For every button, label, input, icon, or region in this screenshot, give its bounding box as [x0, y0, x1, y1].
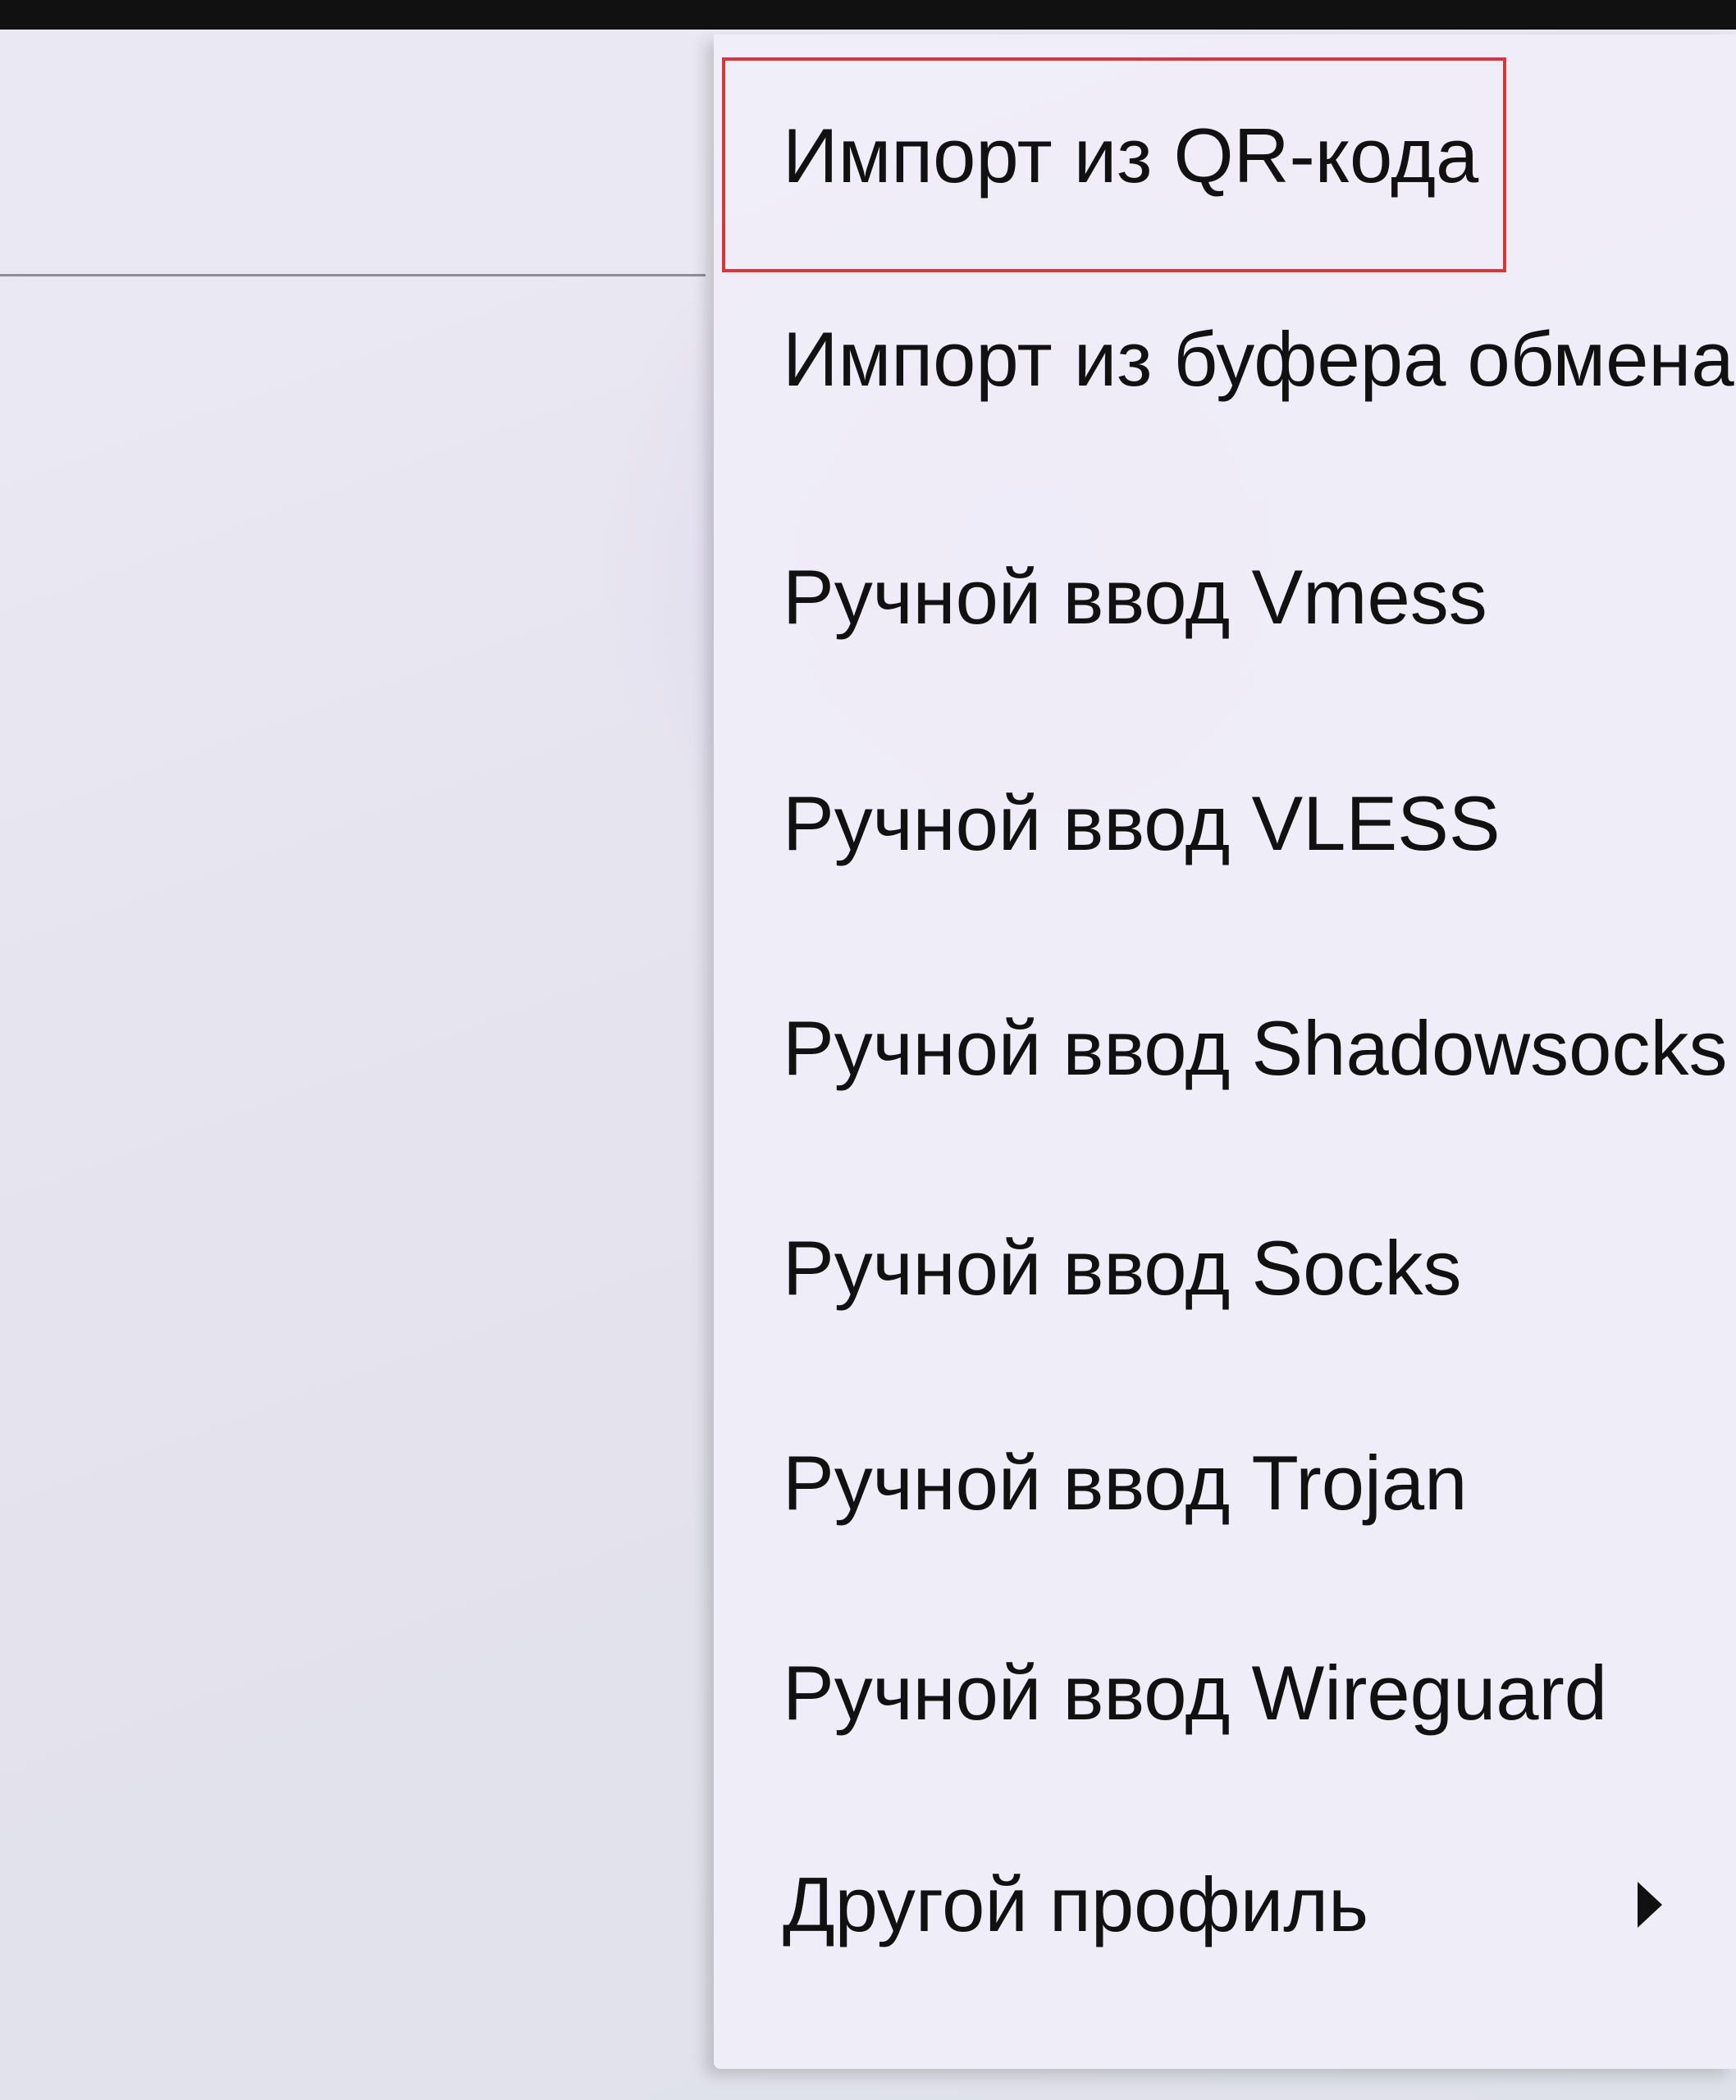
menu-item-label: Ручной ввод Shadowsocks	[783, 1005, 1728, 1091]
menu-item-label: Ручной ввод Trojan	[783, 1440, 1468, 1526]
menu-item-manual-trojan[interactable]: Ручной ввод Trojan	[783, 1401, 1736, 1565]
menu-item-manual-socks[interactable]: Ручной ввод Socks	[783, 1186, 1736, 1350]
menu-item-label: Другой профиль	[783, 1861, 1369, 1947]
menu-item-label: Ручной ввод Socks	[783, 1225, 1462, 1311]
menu-item-label: Ручной ввод Wireguard	[783, 1650, 1608, 1736]
menu-item-manual-wireguard[interactable]: Ручной ввод Wireguard	[783, 1611, 1736, 1775]
overflow-menu: Импорт из QR-кода Импорт из буфера обмен…	[714, 34, 1736, 2069]
menu-item-manual-vless[interactable]: Ручной ввод VLESS	[783, 742, 1736, 906]
menu-item-label: Ручной ввод Vmess	[783, 554, 1487, 640]
menu-item-manual-vmess[interactable]: Ручной ввод Vmess	[783, 515, 1736, 679]
toolbar-area	[0, 30, 706, 276]
menu-item-label: Импорт из буфера обмена	[783, 316, 1734, 402]
menu-item-import-qr[interactable]: Импорт из QR-кода	[783, 71, 1736, 241]
menu-item-manual-shadowsocks[interactable]: Ручной ввод Shadowsocks	[783, 966, 1736, 1130]
menu-item-label: Импорт из QR-кода	[783, 112, 1479, 199]
status-bar	[0, 0, 1736, 30]
menu-item-import-clipboard[interactable]: Импорт из буфера обмена	[783, 277, 1736, 441]
menu-item-label: Ручной ввод VLESS	[783, 780, 1501, 866]
menu-list: Импорт из QR-кода Импорт из буфера обмен…	[714, 34, 1736, 2069]
menu-item-other-profile[interactable]: Другой профиль	[783, 1823, 1736, 1987]
toolbar-divider	[0, 274, 706, 276]
play-arrow-icon	[1638, 1882, 1662, 1928]
